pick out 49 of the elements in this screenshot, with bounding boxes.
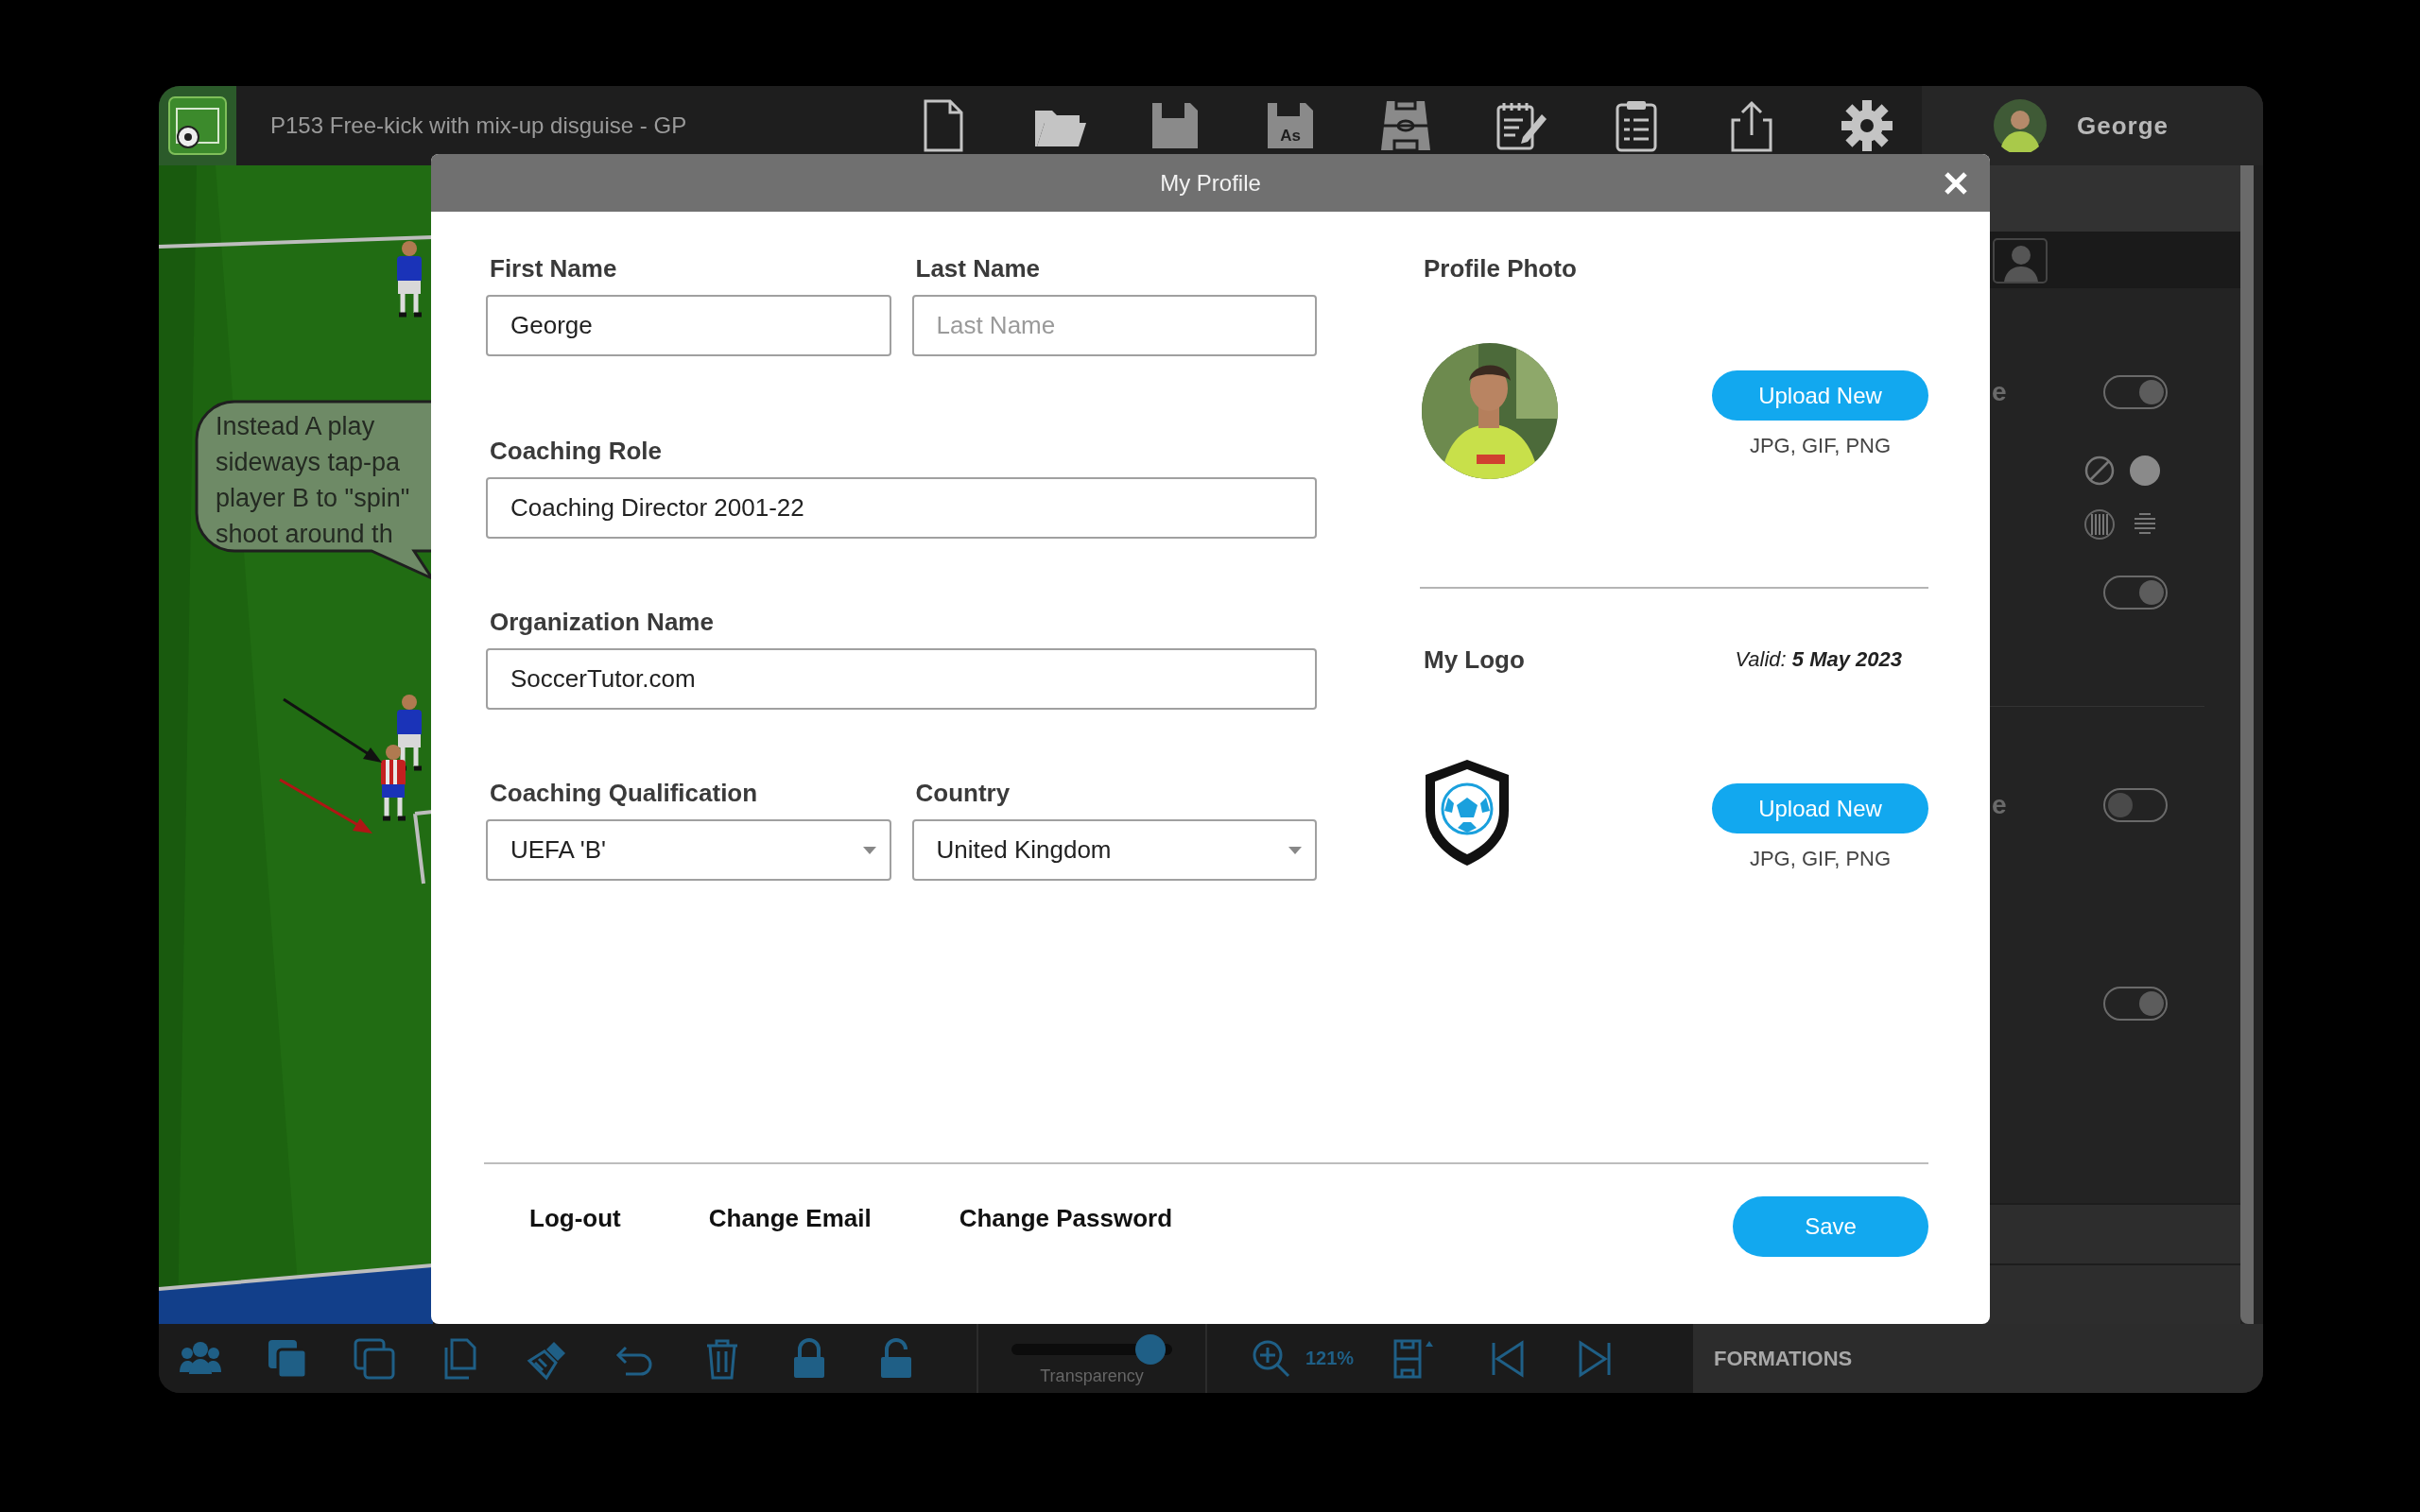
dropdown-field[interactable]: United Kingdom — [911, 819, 1317, 881]
bubble-text: Instead A play sideways tap-pa player B to "spin" shoot around th — [216, 412, 410, 548]
zoom-level: 121% — [1305, 1348, 1355, 1369]
text-field[interactable]: Coaching Director 2001-22 — [486, 477, 1317, 539]
toggle-switch[interactable] — [2103, 576, 2168, 610]
scrollbar[interactable] — [2240, 165, 2254, 1324]
field-label: First Name — [490, 253, 618, 284]
format-hint: JPG, GIF, PNG — [1749, 847, 1892, 871]
slider-thumb[interactable] — [1135, 1334, 1167, 1365]
app-logo-icon[interactable] — [159, 86, 236, 165]
section-header[interactable]: FORMATIONS — [1693, 1324, 2263, 1393]
section-label: Profile Photo — [1424, 253, 1578, 284]
text-field[interactable]: Last Name — [911, 295, 1317, 356]
slider-label: Transparency — [1040, 1366, 1144, 1386]
field-label: Last Name — [915, 253, 1041, 284]
person-icon[interactable] — [1993, 238, 2048, 284]
format-hint: JPG, GIF, PNG — [1749, 434, 1892, 458]
caret-icon — [1288, 846, 1302, 854]
link[interactable]: Change Password — [959, 1204, 1173, 1233]
field-label: Organization Name — [490, 607, 715, 637]
link[interactable]: Change Email — [708, 1204, 872, 1233]
avatar-icon[interactable] — [1994, 99, 2047, 152]
validity-text: Valid: 5 May 2023 — [1735, 647, 1902, 672]
player-figure[interactable] — [396, 695, 424, 771]
section-label: My Logo — [1424, 644, 1525, 675]
section-title: FORMATIONS — [1714, 1346, 1853, 1371]
no-fill-icon[interactable] — [2083, 455, 2116, 487]
toggle-switch[interactable] — [2103, 987, 2168, 1021]
caret-icon — [862, 846, 876, 854]
field-label: Coaching Role — [490, 436, 663, 466]
player-figure[interactable] — [380, 745, 408, 821]
toggle-switch[interactable] — [2103, 788, 2168, 822]
user-name[interactable]: George — [2077, 111, 2169, 141]
toggle-switch[interactable] — [2103, 375, 2168, 409]
link[interactable]: Log-out — [529, 1204, 621, 1233]
text-field[interactable]: George — [486, 295, 891, 356]
text-field[interactable]: SoccerTutor.com — [486, 648, 1317, 710]
filled-circle-icon[interactable] — [2129, 455, 2161, 487]
field-label: Country — [915, 778, 1011, 808]
label-text: e — [1992, 377, 2008, 407]
vertical-stripes-icon[interactable] — [2083, 508, 2116, 541]
settings-icon[interactable] — [1839, 97, 1895, 154]
document-title: P153 Free-kick with mix-up disguise - GP — [269, 112, 688, 139]
field-label: Coaching Qualification — [490, 778, 759, 808]
transparency-slider[interactable] — [1011, 1334, 1172, 1365]
dialog-title: My Profile — [1160, 169, 1261, 197]
player-figure[interactable] — [396, 241, 424, 318]
dropdown-field[interactable]: UEFA 'B' — [486, 819, 891, 881]
label-text: e — [1992, 790, 2008, 820]
